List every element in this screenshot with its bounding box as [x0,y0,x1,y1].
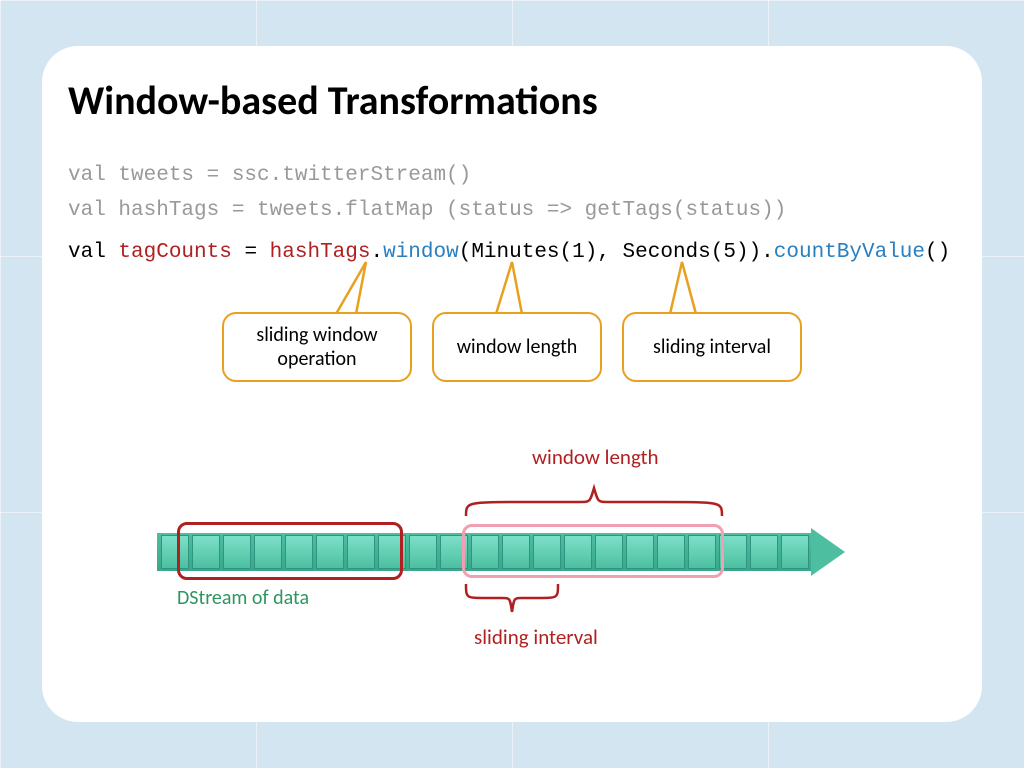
callout-pointer-2 [482,258,542,318]
slide-title: Window-based Transformations [68,76,598,125]
data-cell [409,535,437,569]
window-box-previous [177,522,403,580]
brace-sliding-interval [462,578,562,626]
window-box-current [462,524,724,578]
data-cell [750,535,778,569]
callout-window-length: window length [432,312,602,382]
callout-sliding-window-operation: sliding windowoperation [222,312,412,382]
callout-sliding-interval: sliding interval [622,312,802,382]
brace-window-length [462,472,726,522]
slide-card: Window-based Transformations val tweets … [42,46,982,722]
callout-pointer-3 [660,258,720,318]
arrowhead-icon [811,528,845,576]
label-sliding-interval: sliding interval [474,624,598,650]
data-cell [781,535,809,569]
code-line-1: val tweets = ssc.twitterStream() [68,164,471,187]
callout-pointer-1 [332,258,392,318]
label-dstream: DStream of data [177,586,309,610]
code-line-2: val hashTags = tweets.flatMap (status =>… [68,199,786,222]
label-window-length: window length [532,444,659,470]
